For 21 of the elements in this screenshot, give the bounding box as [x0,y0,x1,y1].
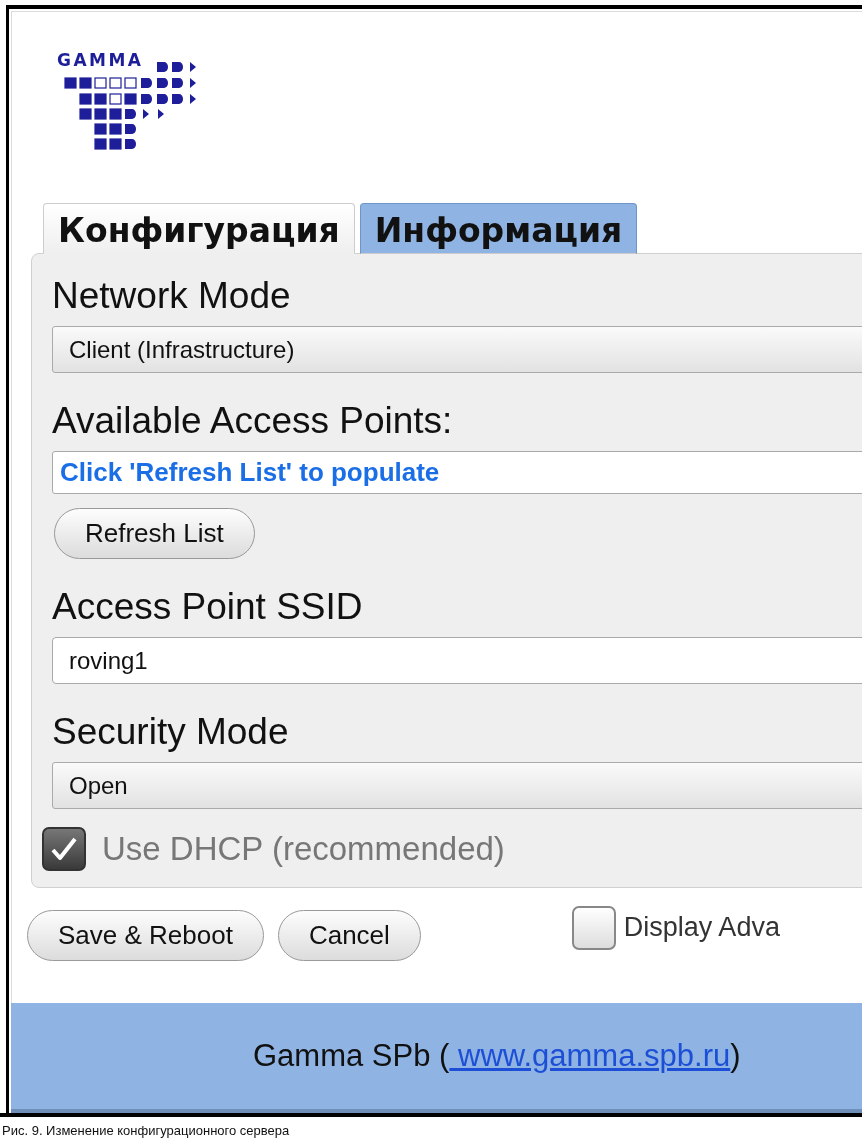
tab[interactable]: Информация [359,203,638,254]
checkbox-label: Use DHCP (recommended) [102,830,505,868]
checkbox[interactable] [42,827,86,871]
tab[interactable]: Конфигурация [43,203,355,254]
dropdown[interactable]: Client (Infrastructure) [52,326,862,373]
field-label: Access Point SSID [52,585,364,629]
field-label: Network Mode [52,274,292,318]
cancel-button[interactable]: Cancel [277,910,421,961]
checkmark-icon [50,836,78,862]
refresh-button[interactable]: Refresh List [54,508,255,559]
footer-text: Gamma SPb ( www.gamma.spb.ru) [253,1038,741,1074]
checkbox-label: Display Adva [623,912,780,943]
dropdown[interactable]: Open [52,762,862,809]
save-button[interactable]: Save & Reboot [27,910,264,961]
input-field[interactable]: roving1 [52,637,862,684]
field-label: Security Mode [52,710,290,754]
field-label: Available Access Points: [52,399,454,443]
access-point-list[interactable]: Click 'Refresh List' to populate [52,451,862,494]
logo-text: GAMMA [57,50,141,70]
figure-caption: Рис. 9. Изменение конфигурационного сервера [0,1113,862,1138]
checkbox[interactable] [571,905,616,950]
